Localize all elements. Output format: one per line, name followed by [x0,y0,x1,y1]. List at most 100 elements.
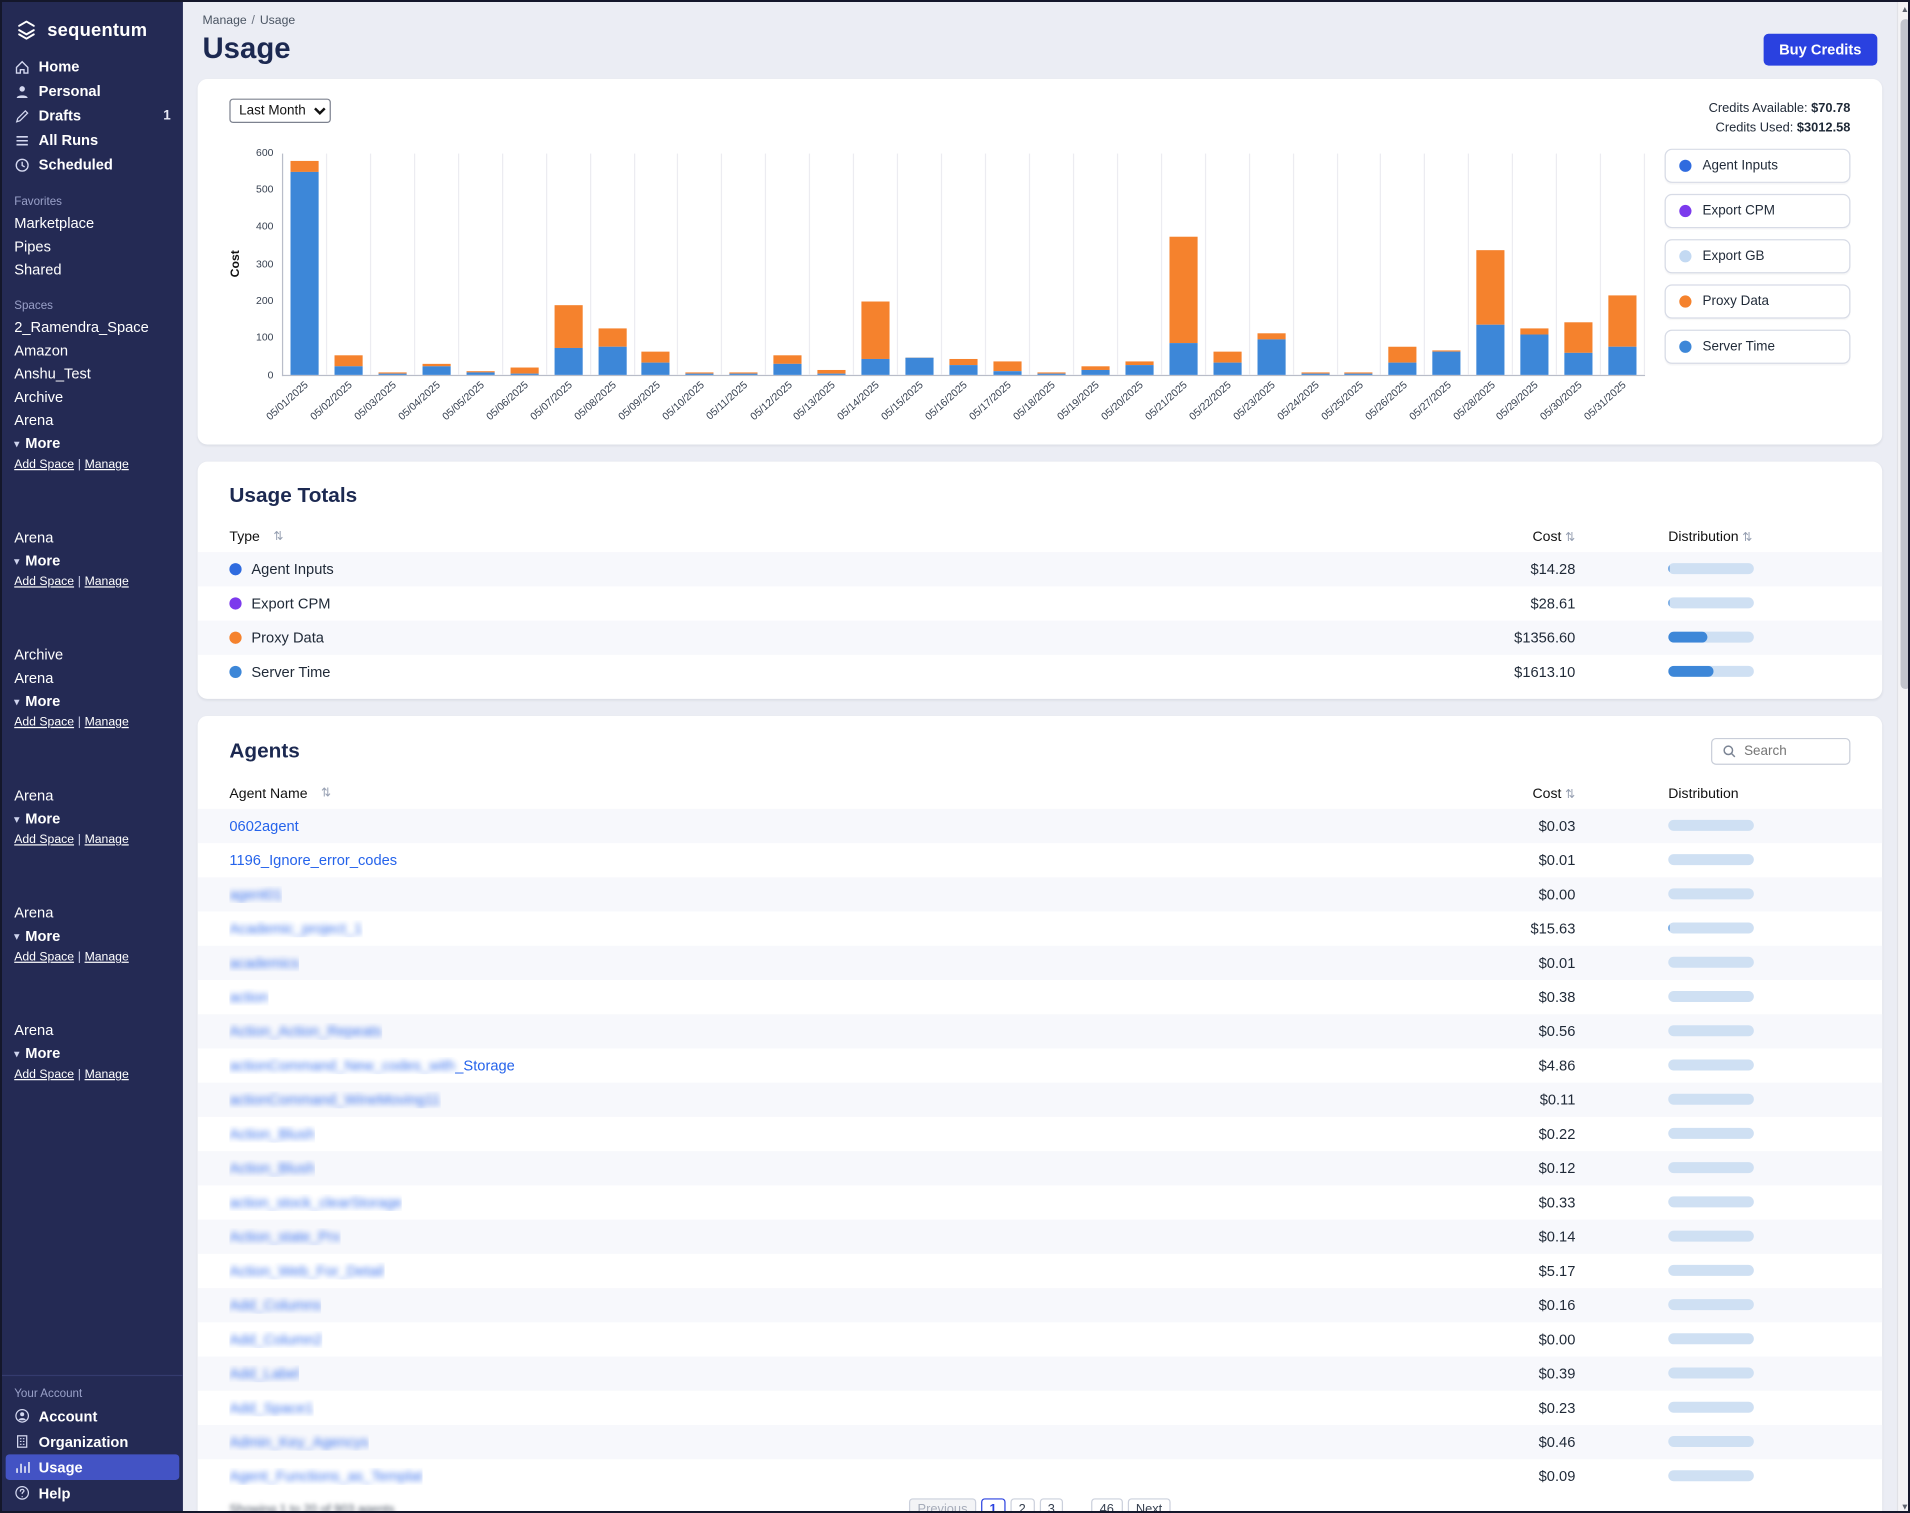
column-header-distribution[interactable]: Distribution⇅ [1575,530,1850,545]
bar-05/04/2025[interactable] [422,364,450,374]
space-item-arena[interactable]: Arena [2,666,183,689]
scrollbar-up-arrow[interactable]: ▲ [1898,2,1910,18]
add-space-link[interactable]: Add Space [14,458,74,471]
column-header-cost[interactable]: Cost⇅ [1392,530,1575,545]
space-item-2-ramendra-space[interactable]: 2_Ramendra_Space [2,315,183,338]
legend-item-agent-inputs[interactable]: Agent Inputs [1665,148,1851,182]
agent-name-link[interactable]: 1196_Ignore_error_codes [229,851,397,868]
bar-05/30/2025[interactable] [1565,322,1593,374]
space-item-anshu-test[interactable]: Anshu_Test [2,361,183,384]
agent-name-link[interactable]: actionCommand_WineMoving11 [229,1091,440,1108]
bar-05/19/2025[interactable] [1081,366,1109,375]
page-button-2[interactable]: 2 [1010,1498,1034,1513]
account-item-account[interactable]: Account [2,1403,183,1429]
bar-05/31/2025[interactable] [1608,295,1636,374]
bar-05/18/2025[interactable] [1037,372,1065,374]
bar-05/02/2025[interactable] [334,356,362,375]
bar-05/10/2025[interactable] [686,372,714,374]
buy-credits-button[interactable]: Buy Credits [1763,34,1877,66]
column-header-agent-name[interactable]: Agent Name⇅ [229,786,1392,801]
manage-link[interactable]: Manage [85,575,129,588]
manage-link[interactable]: Manage [85,716,129,729]
bar-05/25/2025[interactable] [1345,372,1373,374]
space-item-arena[interactable]: Arena [2,783,183,806]
agent-name-link[interactable]: Add_Space1 [229,1399,313,1416]
more-toggle[interactable]: ▾More [2,431,183,455]
agent-name-link[interactable]: Action_Blush [229,1125,315,1142]
space-item-arena[interactable]: Arena [2,408,183,431]
agent-name-link[interactable]: Add_Columns [229,1296,321,1313]
agent-name-link[interactable]: action_stock_clearStorage [229,1193,402,1210]
bar-05/07/2025[interactable] [554,306,582,375]
bar-05/13/2025[interactable] [818,370,846,374]
agent-name-link[interactable]: action [229,988,268,1005]
bar-05/27/2025[interactable] [1433,350,1461,374]
agent-name-link[interactable]: Add_Label [229,1365,299,1382]
space-item-arena[interactable]: Arena [2,901,183,924]
agent-name-link[interactable]: Action_Web_For_Detail [229,1262,384,1279]
sidebar-item-home[interactable]: Home [2,55,183,79]
add-space-link[interactable]: Add Space [14,1068,74,1081]
bar-05/01/2025[interactable] [290,161,318,374]
sidebar-item-personal[interactable]: Personal [2,79,183,103]
page-button-3[interactable]: 3 [1039,1498,1063,1513]
bar-05/23/2025[interactable] [1257,334,1285,375]
bar-05/28/2025[interactable] [1477,250,1505,374]
agents-search[interactable] [1711,737,1850,764]
bar-05/12/2025[interactable] [774,356,802,375]
page-button-1[interactable]: 1 [981,1498,1005,1513]
sidebar-item-scheduled[interactable]: Scheduled [2,152,183,176]
sidebar-item-all-runs[interactable]: All Runs [2,128,183,152]
agent-name-link[interactable]: Action_Blush [229,1159,315,1176]
bar-05/14/2025[interactable] [862,302,890,374]
agent-name-link[interactable]: Admin_Key_Agencys [229,1433,368,1450]
bar-05/06/2025[interactable] [510,368,538,375]
bar-05/16/2025[interactable] [949,359,977,374]
space-item-arena[interactable]: Arena [2,525,183,548]
bar-05/05/2025[interactable] [466,371,494,375]
bar-05/24/2025[interactable] [1301,372,1329,374]
bar-05/17/2025[interactable] [993,361,1021,374]
space-item-archive[interactable]: Archive [2,643,183,666]
scrollbar[interactable]: ▲ ▼ [1897,2,1910,1513]
account-item-usage[interactable]: Usage [6,1454,180,1480]
agent-name-link[interactable]: academics [229,954,299,971]
account-item-help[interactable]: Help [2,1480,183,1506]
bar-05/03/2025[interactable] [378,372,406,374]
bar-05/21/2025[interactable] [1169,237,1197,374]
sidebar-item-drafts[interactable]: Drafts1 [2,103,183,127]
bar-05/26/2025[interactable] [1389,346,1417,374]
page-button-46[interactable]: 46 [1091,1498,1122,1513]
more-toggle[interactable]: ▾More [2,806,183,830]
agent-name-link[interactable]: Action_Action_Repeats [229,1022,382,1039]
breadcrumb-usage[interactable]: Usage [260,14,295,27]
column-header-cost[interactable]: Cost⇅ [1392,786,1575,801]
more-toggle[interactable]: ▾More [2,689,183,713]
add-space-link[interactable]: Add Space [14,951,74,964]
more-toggle[interactable]: ▾More [2,1041,183,1065]
agent-name-link[interactable]: Agent_Functions_as_Templat [229,1467,422,1484]
add-space-link[interactable]: Add Space [14,716,74,729]
add-space-link[interactable]: Add Space [14,833,74,846]
scrollbar-down-arrow[interactable]: ▼ [1898,1500,1910,1513]
space-item-archive[interactable]: Archive [2,385,183,408]
next-page-button[interactable]: Next [1127,1498,1171,1513]
agent-name-link[interactable]: Academic_project_1 [229,920,362,937]
breadcrumb-manage[interactable]: Manage [202,14,246,27]
favorite-item-marketplace[interactable]: Marketplace [2,211,183,234]
column-header-type[interactable]: Type⇅ [229,530,1392,545]
bar-05/09/2025[interactable] [642,352,670,374]
bar-05/29/2025[interactable] [1521,328,1549,374]
agent-name-link[interactable]: Add_Column2 [229,1330,322,1347]
favorite-item-pipes[interactable]: Pipes [2,234,183,257]
manage-link[interactable]: Manage [85,458,129,471]
legend-item-export-cpm[interactable]: Export CPM [1665,193,1851,227]
manage-link[interactable]: Manage [85,951,129,964]
add-space-link[interactable]: Add Space [14,575,74,588]
more-toggle[interactable]: ▾More [2,924,183,948]
previous-page-button[interactable]: Previous [909,1498,976,1513]
favorite-item-shared[interactable]: Shared [2,258,183,281]
more-toggle[interactable]: ▾More [2,548,183,572]
space-item-amazon[interactable]: Amazon [2,338,183,361]
agent-name-link[interactable]: 0602agent [229,817,298,834]
